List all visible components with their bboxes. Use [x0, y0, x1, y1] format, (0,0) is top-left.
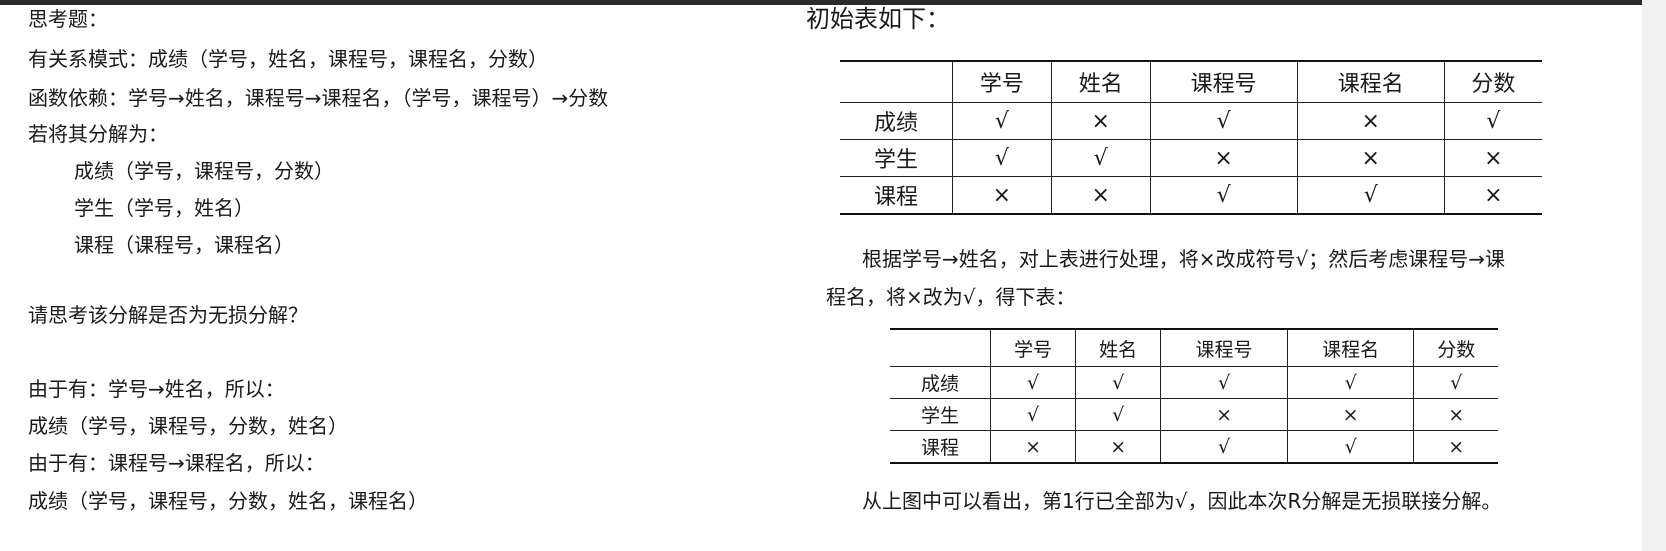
reasoning-line-2: 成绩（学号，课程号，分数，姓名） [28, 414, 348, 438]
header-cell [890, 329, 991, 367]
table-header-row: 学号 姓名 课程号 课程名 分数 [840, 61, 1542, 103]
table-cell: √ [1443, 102, 1542, 140]
table-header-row: 学号 姓名 课程号 课程名 分数 [890, 329, 1498, 367]
table-cell: × [1075, 430, 1161, 463]
table-cell: × [1413, 430, 1498, 463]
table-cell: × [1296, 102, 1445, 140]
table-cell: √ [1075, 398, 1161, 431]
right-edge-strip [1642, 0, 1666, 551]
table-cell: √ [1050, 139, 1151, 177]
header-cell [840, 61, 953, 103]
table-cell: √ [952, 139, 1052, 177]
header-cell: 分数 [1413, 329, 1498, 367]
conclusion-line: 从上图中可以看出，第1行已全部为√，因此本次R分解是无损联接分解。 [862, 489, 1502, 513]
row-label: 课程 [840, 176, 953, 214]
left-heading: 思考题： [28, 7, 108, 31]
explanation-line-1: 根据学号→姓名，对上表进行处理，将×改成符号√；然后考虑课程号→课 [862, 247, 1506, 271]
header-cell: 分数 [1443, 61, 1542, 103]
header-cell: 姓名 [1050, 61, 1151, 103]
table-cell: × [1286, 398, 1414, 431]
table-cell: × [952, 176, 1052, 214]
table-cell: √ [989, 398, 1076, 431]
table-cell: √ [1296, 176, 1445, 214]
table-cell: √ [1160, 430, 1288, 463]
header-cell: 学号 [952, 61, 1052, 103]
row-label: 课程 [890, 430, 991, 463]
table-cell: √ [1413, 366, 1498, 399]
header-cell: 课程号 [1160, 329, 1288, 367]
row-label: 学生 [840, 139, 953, 177]
table-cell: √ [1286, 366, 1414, 399]
table-cell: √ [952, 102, 1052, 140]
table-cell: × [1296, 139, 1445, 177]
table-cell: × [1443, 176, 1542, 214]
decomposition-student-line: 学生（学号，姓名） [74, 196, 254, 220]
row-label: 成绩 [873, 111, 918, 136]
table-row: 学生 √ √ × × × [890, 398, 1498, 431]
header-cell: 课程名 [1296, 61, 1445, 103]
reasoning-line-4: 成绩（学号，课程号，分数，姓名，课程名） [28, 489, 428, 513]
table-row: 学生 √ √ × × × [840, 139, 1542, 177]
table-cell: × [1413, 398, 1498, 431]
initial-table-title: 初始表如下： [806, 5, 950, 33]
table-cell: × [1443, 139, 1542, 177]
table-cell: √ [1160, 366, 1288, 399]
table-row: 课程 × × √ √ × [890, 430, 1498, 463]
reasoning-line-1: 由于有：学号→姓名，所以： [28, 377, 285, 401]
table-cell: √ [989, 366, 1076, 399]
table-cell: × [989, 430, 1076, 463]
decomposition-score-line: 成绩（学号，课程号，分数） [74, 159, 334, 183]
table-cell: √ [1149, 176, 1298, 214]
relation-schema-line: 有关系模式：成绩（学号，姓名，课程号，课程名，分数） [28, 47, 548, 71]
decompose-intro-line: 若将其分解为： [28, 122, 168, 146]
table-cell: × [1149, 139, 1298, 177]
explanation-line-2: 程名，将×改为√，得下表： [826, 285, 1076, 309]
row-label: 学生 [890, 398, 991, 431]
initial-table: 学号 姓名 课程号 课程名 分数 成绩 √ × √ × √ 学生 √ √ × ×… [840, 60, 1542, 215]
table-cell: × [1050, 102, 1151, 140]
table-row: 成绩 √ √ √ √ √ [890, 366, 1498, 399]
table-row: 成绩 √ × √ × √ [840, 102, 1542, 140]
functional-dependency-line: 函数依赖：学号→姓名，课程号→课程名，（学号，课程号）→分数 [28, 86, 609, 110]
question-line: 请思考该分解是否为无损分解？ [28, 303, 308, 327]
table-cell: √ [1075, 366, 1161, 399]
table-cell: √ [1286, 430, 1414, 463]
header-cell: 学号 [989, 329, 1076, 367]
header-cell: 课程号 [1149, 61, 1298, 103]
header-cell: 姓名 [1075, 329, 1161, 367]
header-cell: 课程名 [1286, 329, 1414, 367]
reasoning-line-3: 由于有：课程号→课程名，所以： [28, 451, 325, 475]
result-table: 学号 姓名 课程号 课程名 分数 成绩 √ √ √ √ √ 学生 √ √ × ×… [890, 328, 1498, 464]
table-cell: × [1160, 398, 1288, 431]
table-row: 课程 × × √ √ × [840, 176, 1542, 214]
table-cell: × [1050, 176, 1151, 214]
row-label: 成绩 [920, 373, 959, 395]
decomposition-course-line: 课程（课程号，课程名） [74, 233, 294, 257]
table-cell: √ [1149, 102, 1298, 140]
